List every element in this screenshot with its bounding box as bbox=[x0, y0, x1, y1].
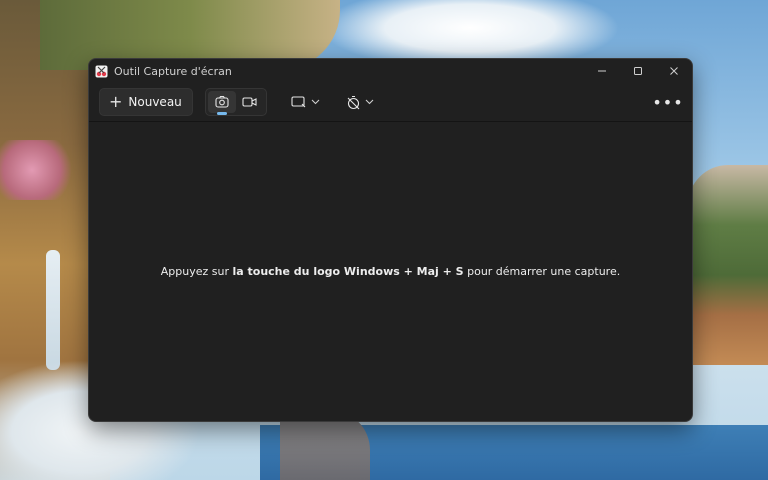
delay-dropdown[interactable] bbox=[340, 89, 380, 115]
wallpaper-island-right bbox=[688, 165, 768, 365]
window-title: Outil Capture d'écran bbox=[114, 64, 232, 78]
maximize-icon bbox=[634, 67, 642, 75]
maximize-button[interactable] bbox=[620, 59, 656, 83]
minimize-button[interactable] bbox=[584, 59, 620, 83]
instruction-text: Appuyez sur la touche du logo Windows + … bbox=[161, 265, 620, 278]
chevron-down-icon bbox=[311, 99, 320, 105]
capture-mode-group bbox=[204, 88, 267, 116]
instruction-prefix: Appuyez sur bbox=[160, 265, 233, 278]
window-controls bbox=[584, 59, 692, 83]
timer-off-icon bbox=[347, 95, 360, 109]
capture-area: Appuyez sur la touche du logo Windows + … bbox=[89, 122, 692, 421]
more-icon: ••• bbox=[652, 92, 684, 112]
desktop: Outil Capture d'écran + Nouveau ••• Appu… bbox=[0, 0, 768, 480]
close-icon bbox=[670, 67, 678, 75]
instruction-shortcut: la touche du logo Windows + Maj + S bbox=[232, 265, 464, 278]
snip-shape-dropdown[interactable] bbox=[285, 89, 326, 115]
screenshot-mode-button[interactable] bbox=[207, 91, 236, 115]
close-button[interactable] bbox=[656, 59, 692, 83]
new-capture-button[interactable]: + Nouveau bbox=[99, 88, 193, 116]
video-mode-button[interactable] bbox=[236, 91, 264, 113]
wallpaper-blossom-tree bbox=[0, 140, 80, 200]
rectangle-mode-icon bbox=[291, 96, 306, 108]
plus-icon: + bbox=[109, 92, 123, 111]
title-bar[interactable]: Outil Capture d'écran bbox=[89, 59, 692, 83]
more-options-button[interactable]: ••• bbox=[652, 89, 684, 115]
instruction-suffix: pour démarrer une capture. bbox=[463, 265, 621, 278]
snipping-tool-app-icon bbox=[95, 65, 108, 78]
new-capture-label: Nouveau bbox=[128, 95, 182, 109]
snipping-tool-window: Outil Capture d'écran + Nouveau ••• Appu… bbox=[88, 58, 693, 422]
toolbar: + Nouveau ••• bbox=[89, 83, 692, 122]
camera-icon bbox=[215, 95, 229, 108]
video-icon bbox=[242, 97, 257, 107]
wallpaper-waterfall bbox=[46, 250, 60, 370]
minimize-icon bbox=[598, 70, 606, 72]
chevron-down-icon bbox=[365, 99, 374, 105]
